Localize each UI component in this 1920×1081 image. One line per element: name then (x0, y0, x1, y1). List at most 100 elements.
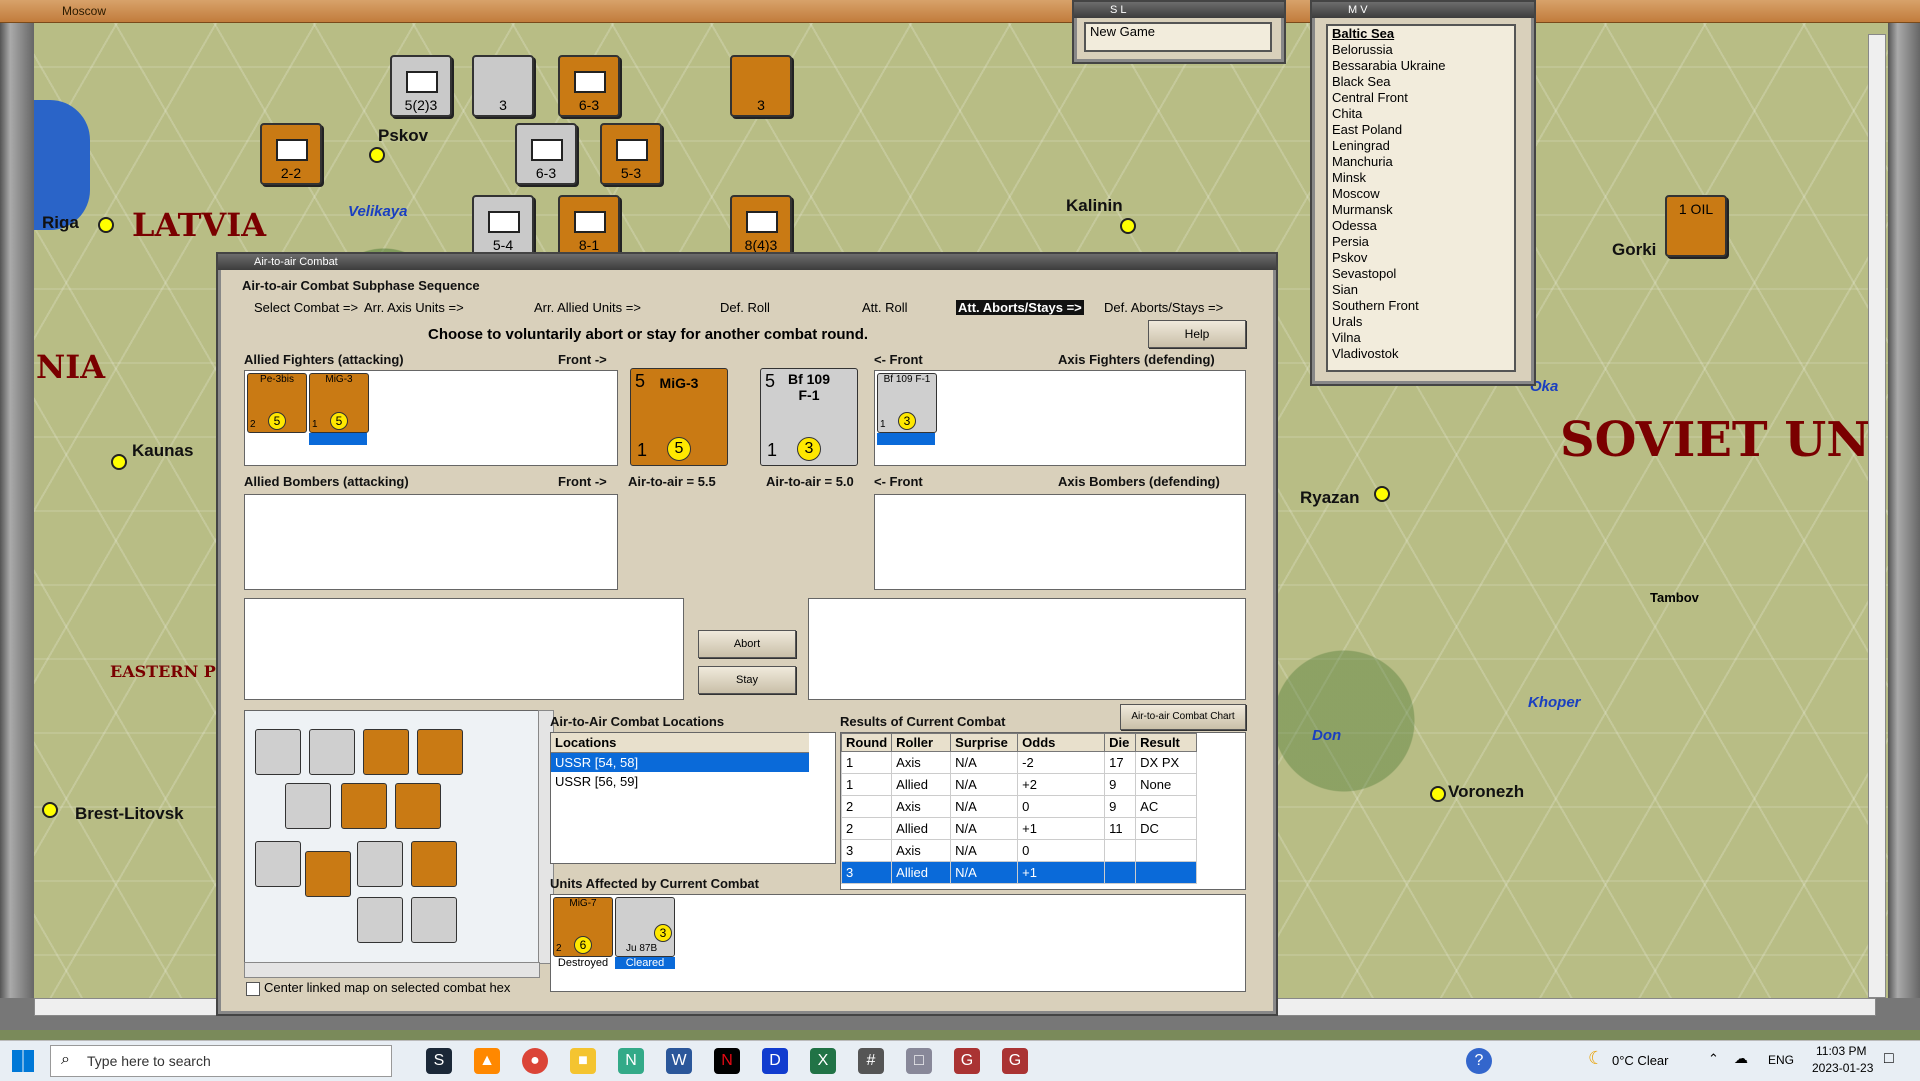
stay-button[interactable]: Stay (698, 666, 796, 694)
mini-map-unit[interactable] (357, 897, 403, 943)
mv-item[interactable]: Bessarabia Ukraine (1328, 58, 1514, 74)
mv-item[interactable]: Belorussia (1328, 42, 1514, 58)
game-icon-2[interactable]: G (1002, 1048, 1028, 1074)
oil-marker[interactable]: 1 OIL (1665, 195, 1727, 257)
table-row[interactable]: 3 Axis N/A 0 (840, 839, 1198, 862)
center-map-checkbox[interactable] (246, 982, 260, 996)
axis-fighters-box[interactable]: Bf 109 F-1 1 3 (874, 370, 1246, 466)
mini-map-unit[interactable] (395, 783, 441, 829)
axis-abort-box[interactable] (808, 598, 1246, 700)
allied-fighter-unit[interactable]: Pe-3bis 2 5 (247, 373, 307, 433)
affected-unit[interactable]: MiG-7 2 6 (553, 897, 613, 957)
mv-item[interactable]: Murmansk (1328, 202, 1514, 218)
window-icon[interactable]: □ (906, 1048, 932, 1074)
table-row[interactable]: 2 Axis N/A 0 9 AC (840, 795, 1198, 818)
mv-item[interactable]: Black Sea (1328, 74, 1514, 90)
mv-item[interactable]: Sian (1328, 282, 1514, 298)
allied-bombers-box[interactable] (244, 494, 618, 590)
clock-date[interactable]: 2023-01-23 (1812, 1061, 1873, 1075)
table-row[interactable]: 1 Allied N/A +2 9 None (840, 773, 1198, 796)
map-unit-counter[interactable]: 5-4 (472, 195, 534, 257)
location-row[interactable]: USSR [56, 59] (551, 772, 809, 791)
vlc-icon[interactable]: ▲ (474, 1048, 500, 1074)
allied-fighter-unit[interactable]: MiG-3 1 5 (309, 373, 369, 433)
affected-unit[interactable]: Ju 87B 3 (615, 897, 675, 957)
netflix-icon[interactable]: N (714, 1048, 740, 1074)
table-row-selected[interactable]: 3 Allied N/A +1 (840, 861, 1198, 884)
mv-item[interactable]: Baltic Sea (1328, 26, 1514, 42)
chrome-icon[interactable]: ● (522, 1048, 548, 1074)
sl-item-new-game[interactable]: New Game (1086, 24, 1270, 40)
mv-item[interactable]: Central Front (1328, 90, 1514, 106)
allied-fighters-box[interactable]: Pe-3bis 2 5 MiG-3 1 5 (244, 370, 618, 466)
mini-map-unit[interactable] (255, 841, 301, 887)
clock-time[interactable]: 11:03 PM (1816, 1044, 1866, 1058)
mini-map-hscroll[interactable] (244, 962, 540, 978)
map-unit-counter[interactable]: 8(4)3 (730, 195, 792, 257)
mini-map-unit[interactable] (305, 851, 351, 897)
mini-map[interactable] (244, 710, 540, 964)
word-icon[interactable]: W (666, 1048, 692, 1074)
mv-item[interactable]: Urals (1328, 314, 1514, 330)
mini-map-unit[interactable] (357, 841, 403, 887)
help-button[interactable]: Help (1148, 320, 1246, 348)
mv-item[interactable]: East Poland (1328, 122, 1514, 138)
sl-window[interactable]: S L New Game (1072, 0, 1286, 64)
vertical-scrollbar[interactable] (1868, 34, 1886, 998)
mini-map-unit[interactable] (309, 729, 355, 775)
table-row[interactable]: 2 Allied N/A +1 11 DC (840, 817, 1198, 840)
mv-item[interactable]: Vilna (1328, 330, 1514, 346)
mv-item[interactable]: Minsk (1328, 170, 1514, 186)
mini-map-unit[interactable] (411, 897, 457, 943)
disney-icon[interactable]: D (762, 1048, 788, 1074)
air-combat-window[interactable]: Air-to-air Combat Air-to-air Combat Subp… (216, 252, 1278, 1016)
mini-map-unit[interactable] (417, 729, 463, 775)
search-box[interactable]: ⌕ Type here to search (50, 1045, 392, 1077)
weather-text[interactable]: 0°C Clear (1612, 1053, 1669, 1068)
help-icon[interactable]: ? (1466, 1048, 1492, 1074)
sl-list[interactable]: New Game (1084, 22, 1272, 52)
map-unit-counter[interactable]: 8-1 (558, 195, 620, 257)
mini-map-unit[interactable] (411, 841, 457, 887)
affected-panel[interactable]: MiG-7 2 6 Destroyed Ju 87B 3 Cleared (550, 894, 1246, 992)
mv-item[interactable]: Persia (1328, 234, 1514, 250)
table-row[interactable]: 1 Axis N/A -2 17 DX PX (840, 751, 1198, 774)
network-icon[interactable]: ☁ (1734, 1050, 1748, 1067)
map-unit-counter[interactable]: 2-2 (260, 123, 322, 185)
front-allied-unit[interactable]: 5 MiG-3 1 5 (630, 368, 728, 466)
notification-icon[interactable]: □ (1884, 1050, 1894, 1068)
map-unit-counter[interactable]: 5-3 (600, 123, 662, 185)
mv-item[interactable]: Odessa (1328, 218, 1514, 234)
combat-chart-button[interactable]: Air-to-air Combat Chart (1120, 704, 1246, 730)
mini-map-unit[interactable] (255, 729, 301, 775)
mv-item[interactable]: Sevastopol (1328, 266, 1514, 282)
results-panel[interactable]: Round Roller Surprise Odds Die Result 1A… (840, 732, 1246, 890)
language-indicator[interactable]: ENG (1768, 1053, 1794, 1067)
mv-item[interactable]: Pskov (1328, 250, 1514, 266)
mv-item[interactable]: Manchuria (1328, 154, 1514, 170)
game-icon[interactable]: G (954, 1048, 980, 1074)
mini-map-unit[interactable] (341, 783, 387, 829)
location-row-selected[interactable]: USSR [54, 58] (551, 753, 809, 772)
front-axis-unit[interactable]: 5 Bf 109 F-1 1 3 (760, 368, 858, 466)
mini-map-unit[interactable] (363, 729, 409, 775)
axis-bombers-box[interactable] (874, 494, 1246, 590)
locations-list[interactable]: Locations USSR [54, 58] USSR [56, 59] (550, 732, 836, 864)
map-unit-counter[interactable]: 5(2)3 (390, 55, 452, 117)
mv-item[interactable]: Chita (1328, 106, 1514, 122)
mv-item[interactable]: Leningrad (1328, 138, 1514, 154)
mv-item[interactable]: Southern Front (1328, 298, 1514, 314)
calculator-icon[interactable]: # (858, 1048, 884, 1074)
steam-icon[interactable]: S (426, 1048, 452, 1074)
map-unit-counter[interactable]: 3 (472, 55, 534, 117)
allied-abort-box[interactable] (244, 598, 684, 700)
map-unit-counter[interactable]: 6-3 (558, 55, 620, 117)
map-unit-counter[interactable]: 3 (730, 55, 792, 117)
map-unit-counter[interactable]: 6-3 (515, 123, 577, 185)
explorer-icon[interactable]: ■ (570, 1048, 596, 1074)
mv-list[interactable]: Baltic Sea Belorussia Bessarabia Ukraine… (1326, 24, 1516, 372)
mv-item[interactable]: Vladivostok (1328, 346, 1514, 362)
mv-window[interactable]: M V Baltic Sea Belorussia Bessarabia Ukr… (1310, 0, 1536, 386)
notepad-icon[interactable]: N (618, 1048, 644, 1074)
axis-fighter-unit[interactable]: Bf 109 F-1 1 3 (877, 373, 937, 433)
